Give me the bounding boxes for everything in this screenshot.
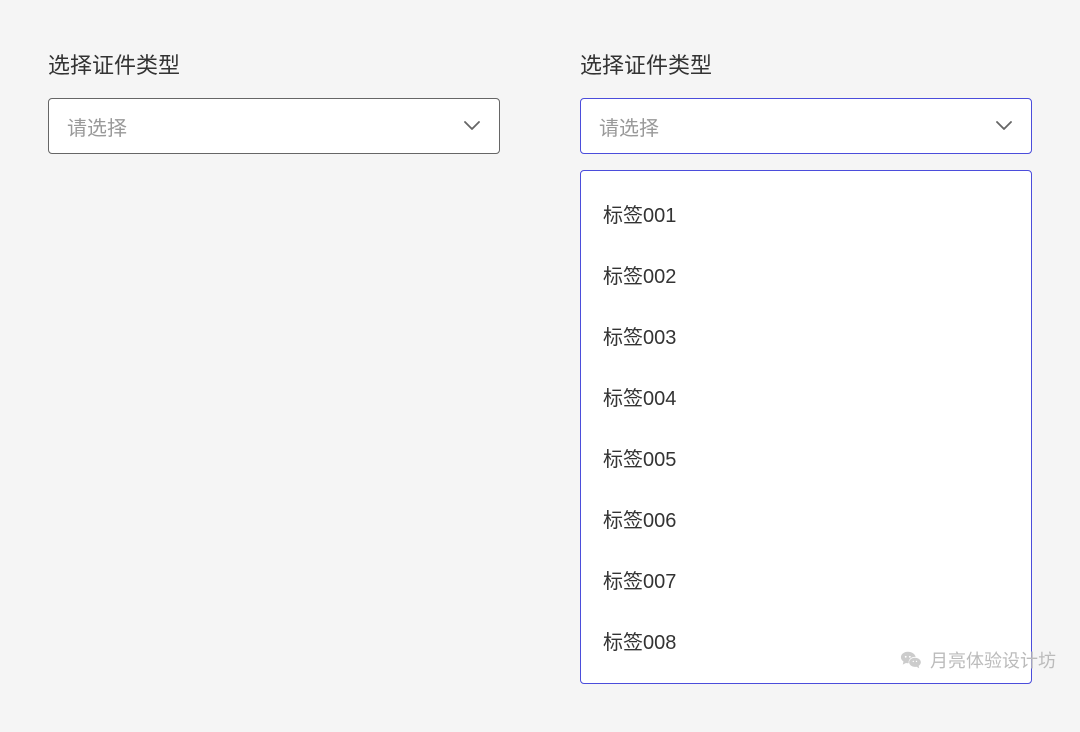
dropdown-option[interactable]: 标签004 (581, 366, 1031, 427)
right-column: 选择证件类型 请选择 标签001 标签002 标签003 标签004 标签005… (580, 48, 1032, 684)
dropdown-option[interactable]: 标签001 (581, 183, 1031, 244)
wechat-icon (900, 649, 922, 671)
field-label-left: 选择证件类型 (48, 48, 500, 80)
select-placeholder-left: 请选择 (67, 112, 127, 141)
field-label-right: 选择证件类型 (580, 48, 1032, 80)
dropdown-option[interactable]: 标签003 (581, 305, 1031, 366)
dropdown-option[interactable]: 标签005 (581, 427, 1031, 488)
dropdown-panel: 标签001 标签002 标签003 标签004 标签005 标签006 标签00… (580, 170, 1032, 684)
left-column: 选择证件类型 请选择 (48, 48, 500, 684)
select-box-closed[interactable]: 请选择 (48, 98, 500, 154)
dropdown-option[interactable]: 标签002 (581, 244, 1031, 305)
watermark: 月亮体验设计坊 (900, 647, 1056, 673)
select-placeholder-right: 请选择 (599, 112, 659, 141)
watermark-text: 月亮体验设计坊 (930, 647, 1056, 673)
dropdown-option[interactable]: 标签007 (581, 549, 1031, 610)
select-box-open[interactable]: 请选择 (580, 98, 1032, 154)
dropdown-option[interactable]: 标签006 (581, 488, 1031, 549)
chevron-down-icon (463, 117, 481, 135)
chevron-down-icon (995, 117, 1013, 135)
